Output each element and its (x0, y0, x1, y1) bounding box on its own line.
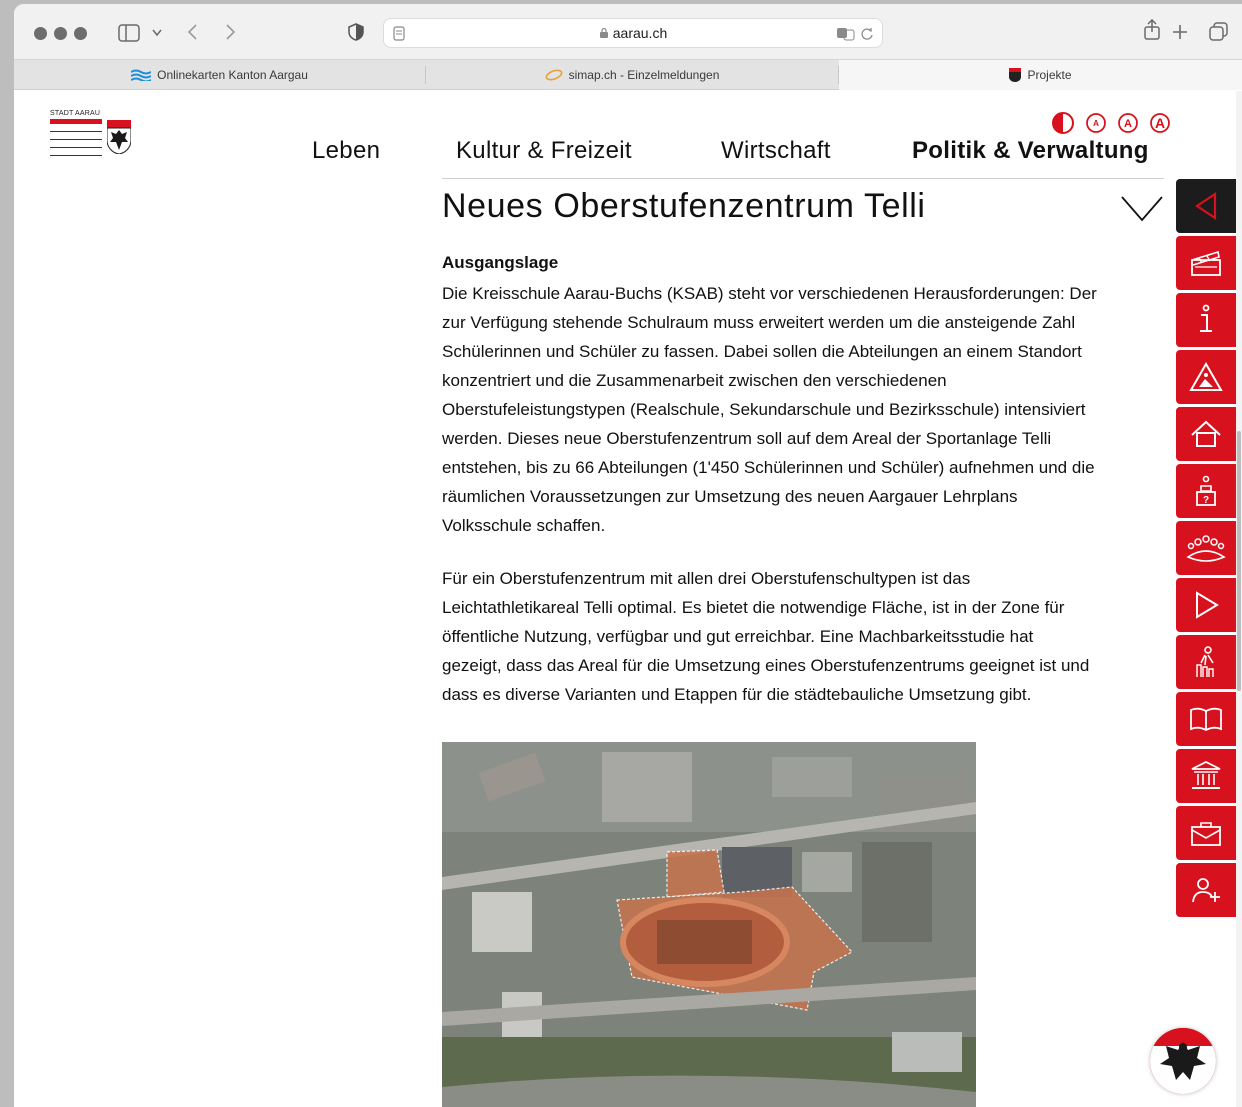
tab-projekte[interactable]: Projekte (839, 60, 1242, 90)
forward-icon[interactable] (225, 23, 237, 41)
logo-line (50, 139, 102, 140)
text-line: Volksschule schaffen. (442, 516, 606, 535)
web-page: STADT AARAU A A A Leben Kultur & Freizei… (14, 91, 1242, 1107)
sidebar-register-button[interactable] (1176, 863, 1236, 917)
text-line: räumlichen Voraussetzungen zur Umsetzung… (442, 487, 1018, 506)
text-line: zur Verfügung stehende Schulraum muss er… (442, 313, 1076, 332)
font-size-small-icon[interactable]: A (1085, 112, 1107, 134)
logo-line (50, 147, 102, 148)
tab-onlinekarten[interactable]: Onlinekarten Kanton Aargau (14, 60, 425, 90)
sidebar-media-button[interactable] (1176, 578, 1236, 632)
clapperboard-icon (1191, 250, 1221, 276)
new-tab-icon[interactable] (1171, 23, 1189, 41)
nav-wirtschaft[interactable]: Wirtschaft (721, 137, 831, 165)
map-waves-icon (131, 69, 152, 81)
sidebar-library-button[interactable] (1176, 692, 1236, 746)
lock-icon (599, 27, 608, 38)
nav-divider (442, 178, 1164, 179)
translate-icon[interactable] (836, 27, 856, 41)
url-text: aarau.ch (384, 25, 882, 41)
sidebar-construction-button[interactable] (1176, 350, 1236, 404)
chevron-down-icon[interactable] (1120, 195, 1164, 223)
sidebar-events-button[interactable] (1176, 236, 1236, 290)
nav-kultur-freizeit[interactable]: Kultur & Freizeit (456, 137, 632, 165)
text-line: Leichtathletikareal Telli optimal. Es bi… (442, 598, 1065, 617)
simap-logo-icon (545, 69, 563, 81)
collapse-icon (1195, 191, 1217, 221)
privacy-shield-icon[interactable] (348, 23, 364, 41)
minimize-window-button[interactable] (54, 27, 67, 40)
text-line: entstehen, bis zu 66 Abteilungen (1'450 … (442, 458, 1095, 477)
question-box-icon: ? (1196, 475, 1216, 506)
floating-emblem-button[interactable] (1150, 1028, 1216, 1094)
chevron-down-icon[interactable] (152, 29, 162, 37)
aarau-crest-icon (1009, 68, 1022, 82)
page-title: Neues Oberstufenzentrum Telli (442, 187, 926, 225)
share-icon[interactable] (1143, 19, 1161, 41)
paragraph-intro: Die Kreisschule Aarau-Buchs (KSAB) steht… (442, 279, 1172, 540)
text-line: öffentliche Nutzung, verfügbar und gut e… (442, 627, 1034, 646)
museum-icon (1191, 760, 1221, 789)
home-icon (1191, 420, 1221, 447)
font-size-large-icon[interactable]: A (1149, 112, 1171, 134)
add-person-icon (1192, 878, 1220, 903)
scrollbar-thumb[interactable] (1237, 431, 1241, 691)
sidebar-collapse-button[interactable] (1176, 179, 1236, 233)
tab-label: Projekte (1027, 68, 1072, 82)
sidebar-community-button[interactable] (1176, 521, 1236, 575)
text-line: dass es diverse Varianten und Etappen fü… (442, 685, 1032, 704)
tab-label: Onlinekarten Kanton Aargau (157, 68, 308, 82)
text-line: Für ein Oberstufenzentrum mit allen drei… (442, 569, 971, 588)
eagle-emblem-icon (1150, 1028, 1216, 1094)
tab-label: simap.ch - Einzelmeldungen (568, 68, 720, 82)
reload-icon[interactable] (860, 27, 874, 41)
nav-politik-verwaltung[interactable]: Politik & Verwaltung (912, 137, 1149, 165)
paragraph-location: Für ein Oberstufenzentrum mit allen drei… (442, 564, 1172, 709)
contrast-icon[interactable] (1052, 112, 1074, 134)
text-line: Die Kreisschule Aarau-Buchs (KSAB) steht… (442, 284, 1097, 303)
sidebar-help-button[interactable]: ? (1176, 464, 1236, 518)
logo-text: STADT AARAU (50, 110, 101, 117)
play-icon (1196, 591, 1219, 619)
close-window-button[interactable] (34, 27, 47, 40)
svg-text:A: A (1124, 118, 1132, 130)
sidebar-info-button[interactable] (1176, 293, 1236, 347)
person-stairs-icon (1196, 646, 1214, 677)
community-icon (1186, 535, 1226, 562)
text-line: gezeigt, dass das Areal für die Umsetzun… (442, 656, 1090, 675)
text-line: konzentriert und die Zusammenarbeit zwis… (442, 371, 947, 390)
zoom-window-button[interactable] (74, 27, 87, 40)
book-icon (1190, 707, 1222, 732)
address-bar[interactable]: aarau.ch (383, 18, 883, 48)
text-line: Schülerinnen und Schüler zu fassen. Dabe… (442, 342, 1082, 361)
nav-leben[interactable]: Leben (312, 137, 380, 165)
sidebar-home-button[interactable] (1176, 407, 1236, 461)
url-label: aarau.ch (612, 25, 668, 41)
tab-simap[interactable]: simap.ch - Einzelmeldungen (426, 60, 838, 90)
sidebar-toggle-icon[interactable] (118, 24, 140, 42)
browser-toolbar: aarau.ch (14, 4, 1242, 59)
aerial-site-image (442, 742, 976, 1107)
briefcase-icon (1191, 822, 1221, 846)
construction-sign-icon (1189, 362, 1223, 391)
tab-overview-icon[interactable] (1209, 22, 1229, 42)
svg-text:A: A (1093, 119, 1099, 128)
info-icon (1200, 304, 1212, 332)
coat-of-arms-icon (107, 120, 131, 154)
browser-window: aarau.ch Onlinekarten Kanton Aargau sima… (14, 4, 1242, 1107)
sidebar-business-button[interactable] (1176, 806, 1236, 860)
tab-bar: Onlinekarten Kanton Aargau simap.ch - Ei… (14, 59, 1242, 90)
logo-line (50, 131, 102, 132)
logo-red-bar (50, 119, 102, 124)
back-icon[interactable] (186, 23, 198, 41)
svg-text:A: A (1155, 115, 1165, 131)
section-heading: Ausgangslage (442, 253, 559, 272)
svg-text:?: ? (1203, 495, 1209, 506)
sidebar-museum-button[interactable] (1176, 749, 1236, 803)
sidebar-careers-button[interactable] (1176, 635, 1236, 689)
logo-line (50, 155, 102, 156)
text-line: werden. Dieses neue Oberstufenzentrum so… (442, 429, 1052, 448)
text-line: Oberstufeleistungstypen (Realschule, Sek… (442, 400, 1086, 419)
font-size-medium-icon[interactable]: A (1117, 112, 1139, 134)
